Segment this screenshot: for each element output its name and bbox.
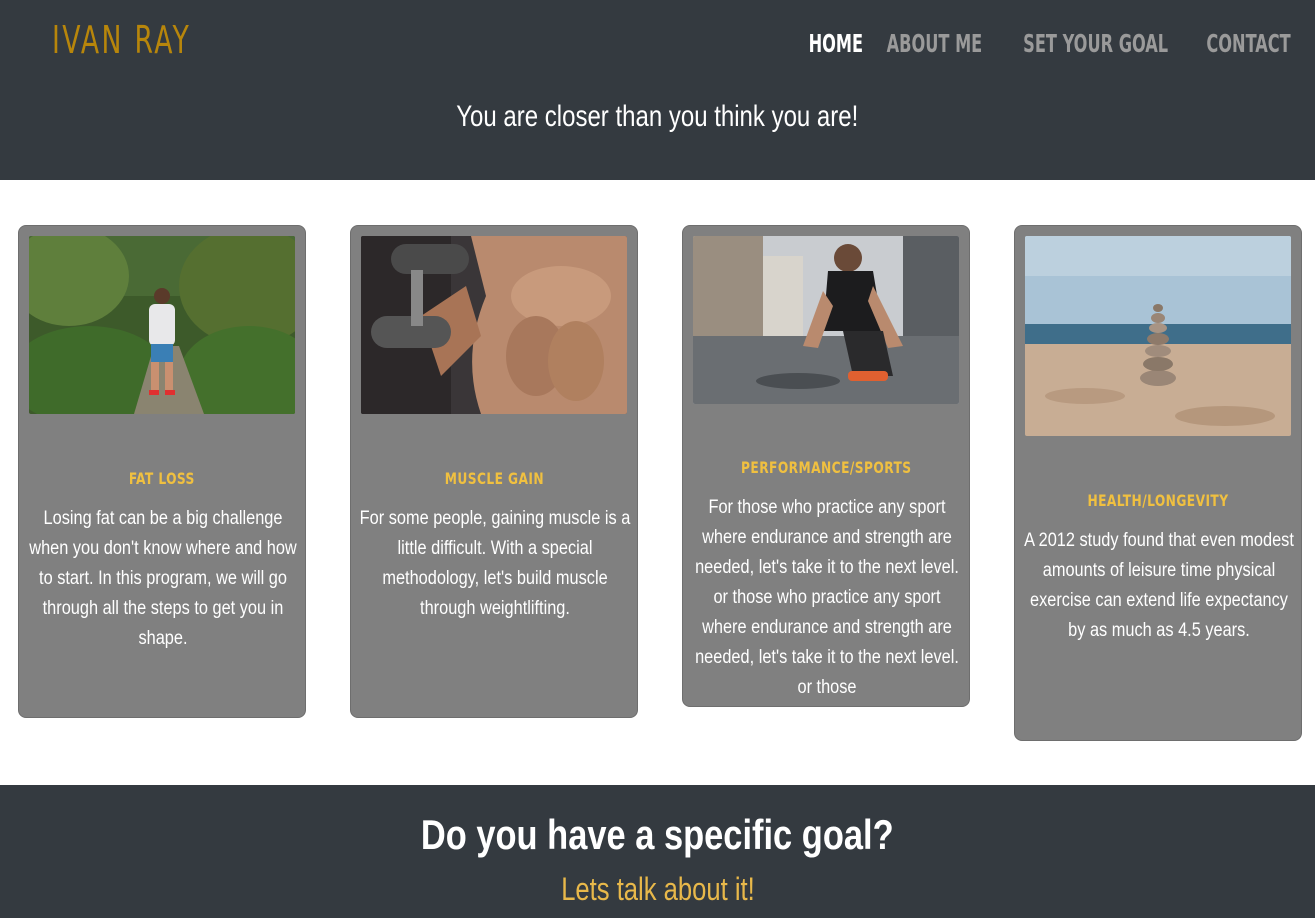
runner-forest-photo: [29, 236, 295, 414]
goal-question: Do you have a specific goal?: [421, 811, 894, 858]
program-card-health-longevity: HEALTH/LONGEVITY A 2012 study found that…: [1014, 225, 1302, 741]
dumbbell-curl-photo: [361, 236, 627, 414]
card-title: MUSCLE GAIN: [444, 469, 544, 488]
nav-home[interactable]: HOME: [809, 29, 864, 58]
brand-logo[interactable]: IVAN RAY: [52, 18, 191, 62]
program-card-performance-sports: PERFORMANCE/SPORTS For those who practic…: [682, 225, 970, 707]
main-nav: HOME ABOUT ME SET YOUR GOAL CONTACT: [809, 26, 1293, 60]
talk-cta-link[interactable]: Lets talk about it!: [0, 871, 1315, 908]
program-card-fat-loss: FAT LOSS Losing fat can be a big challen…: [18, 225, 306, 718]
hero-tagline-text: You are closer than you think you are!: [456, 100, 859, 133]
goal-cta-section: Do you have a specific goal? Lets talk a…: [0, 785, 1315, 918]
card-description: Losing fat can be a big challenge when y…: [29, 508, 297, 649]
nav-contact[interactable]: CONTACT: [1206, 29, 1290, 58]
site-header: IVAN RAY HOME ABOUT ME SET YOUR GOAL CON…: [0, 0, 1315, 180]
card-title: FAT LOSS: [129, 469, 195, 488]
stacked-stones-beach-photo: [1025, 236, 1291, 436]
hero-tagline: You are closer than you think you are!: [0, 100, 1315, 134]
card-description: For some people, gaining muscle is a lit…: [359, 508, 631, 619]
athlete-tying-shoe-photo: [693, 236, 959, 404]
card-description: A 2012 study found that even modest amou…: [1024, 530, 1294, 641]
card-title: PERFORMANCE/SPORTS: [740, 458, 912, 477]
program-card-muscle-gain: MUSCLE GAIN For some people, gaining mus…: [350, 225, 638, 718]
card-title: HEALTH/LONGEVITY: [1087, 491, 1229, 510]
nav-about-me[interactable]: ABOUT ME: [886, 29, 982, 58]
card-description: For those who practice any sport where e…: [695, 497, 959, 698]
nav-set-your-goal[interactable]: SET YOUR GOAL: [1023, 29, 1168, 58]
